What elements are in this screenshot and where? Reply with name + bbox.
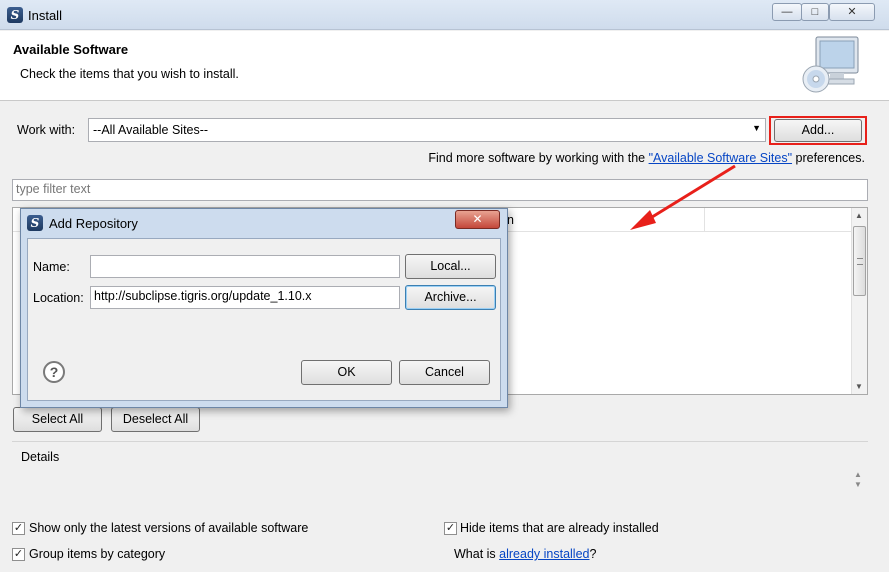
local-button[interactable]: Local... xyxy=(405,254,496,279)
chevron-down-icon: ▼ xyxy=(752,123,761,133)
deselect-all-button[interactable]: Deselect All xyxy=(111,407,200,432)
install-banner-icon xyxy=(800,35,864,95)
scroll-up-icon[interactable]: ▲ xyxy=(855,211,863,220)
group-by-category-checkbox[interactable]: ✓ xyxy=(12,548,25,561)
find-more-prefix: Find more software by working with the xyxy=(428,151,649,165)
scroll-grip-icon xyxy=(857,258,863,265)
add-site-button[interactable]: Add... xyxy=(774,119,862,142)
header-panel: Available Software Check the items that … xyxy=(0,31,889,101)
maximize-button[interactable]: □ xyxy=(801,3,829,21)
window-titlebar: S Install — □ ✕ xyxy=(0,0,889,30)
name-field[interactable] xyxy=(90,255,400,278)
details-scroll-icon[interactable]: ▲ ▼ xyxy=(850,470,866,510)
work-with-label: Work with: xyxy=(17,123,76,137)
ok-button[interactable]: OK xyxy=(301,360,392,385)
what-is-installed-text: What is already installed? xyxy=(454,547,596,561)
group-by-category-label: Group items by category xyxy=(29,547,166,561)
work-with-combo-value: --All Available Sites-- xyxy=(93,123,209,137)
scroll-down-icon[interactable]: ▼ xyxy=(855,382,863,391)
tree-scrollbar[interactable]: ▲ ▼ xyxy=(851,208,867,394)
scroll-thumb[interactable] xyxy=(853,226,866,296)
location-label: Location: xyxy=(33,291,84,305)
details-label: Details xyxy=(21,450,60,464)
cancel-button[interactable]: Cancel xyxy=(399,360,490,385)
eclipse-app-icon: S xyxy=(7,7,23,23)
details-group: Details ▲ ▼ xyxy=(12,441,868,513)
red-annotation-arrow-icon xyxy=(630,164,736,230)
show-latest-label: Show only the latest versions of availab… xyxy=(29,521,309,535)
filter-placeholder: type filter text xyxy=(16,182,91,196)
tree-column-header-label: n xyxy=(507,213,514,227)
find-more-suffix: preferences. xyxy=(792,151,866,165)
hide-installed-checkbox[interactable]: ✓ xyxy=(444,522,457,535)
show-latest-checkbox[interactable]: ✓ xyxy=(12,522,25,535)
work-with-combo[interactable]: --All Available Sites-- ▼ xyxy=(88,118,766,142)
name-label: Name: xyxy=(33,260,70,274)
what-is-prefix: What is xyxy=(454,547,500,561)
hide-installed-label: Hide items that are already installed xyxy=(460,521,659,535)
select-all-button[interactable]: Select All xyxy=(13,407,102,432)
dialog-app-icon: S xyxy=(27,215,43,231)
window-title: Install xyxy=(28,8,62,23)
window-close-button[interactable]: ✕ xyxy=(829,3,875,21)
archive-button[interactable]: Archive... xyxy=(405,285,496,310)
page-subtitle: Check the items that you wish to install… xyxy=(20,67,239,81)
dialog-body: Name: Local... Location: http://subclips… xyxy=(27,238,501,401)
what-is-suffix: ? xyxy=(589,547,597,561)
page-title: Available Software xyxy=(13,42,129,57)
dialog-title: Add Repository xyxy=(49,216,138,231)
minimize-button[interactable]: — xyxy=(772,3,802,21)
add-repository-dialog: S Add Repository ✕ Name: Local... Locati… xyxy=(20,208,508,408)
location-field[interactable]: http://subclipse.tigris.org/update_1.10.… xyxy=(90,286,400,309)
help-icon[interactable]: ? xyxy=(43,361,65,383)
already-installed-link[interactable]: already installed xyxy=(499,547,589,561)
dialog-close-button[interactable]: ✕ xyxy=(455,210,500,229)
